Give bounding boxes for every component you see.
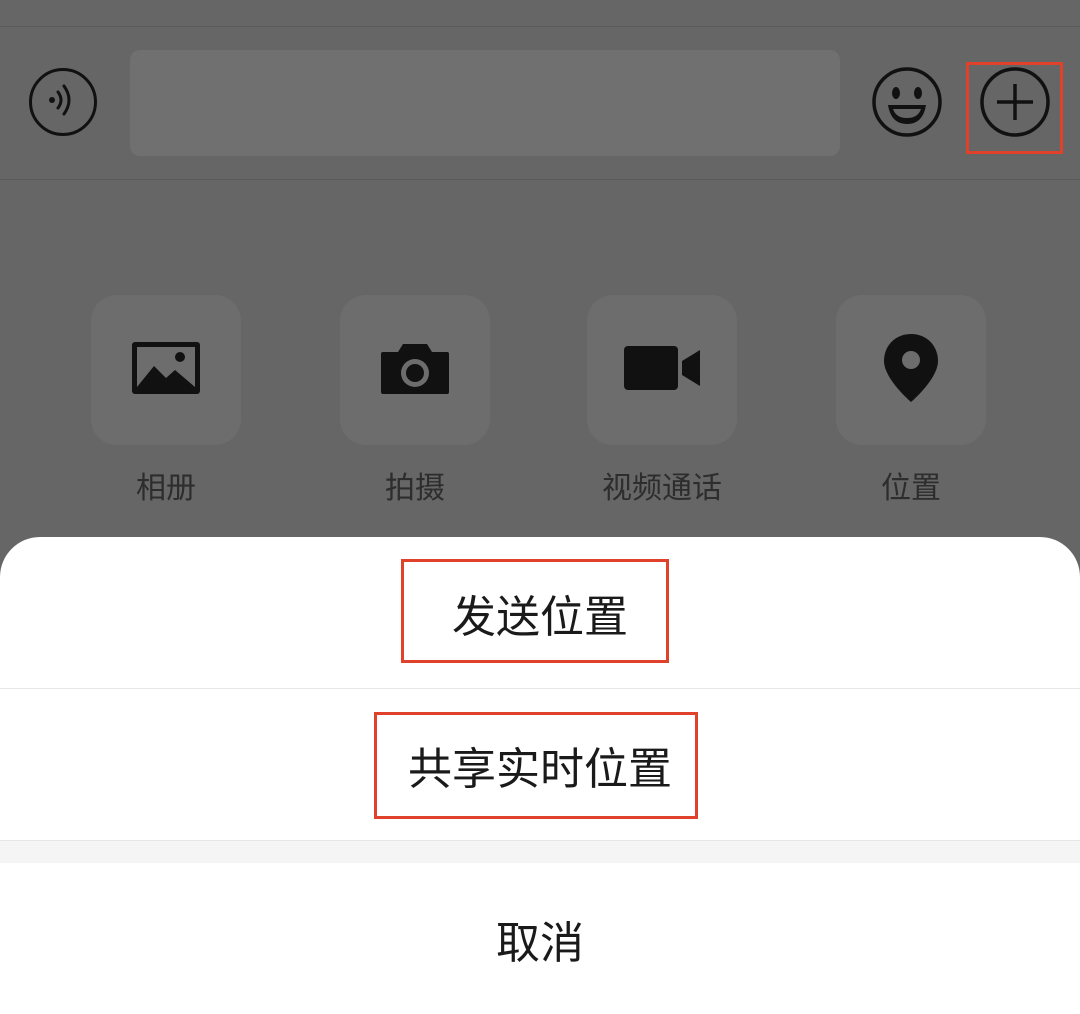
send-location-button[interactable]: 发送位置	[0, 537, 1080, 688]
voice-icon	[43, 80, 83, 124]
tool-tile	[91, 295, 241, 445]
more-button[interactable]	[979, 66, 1051, 142]
chat-screen: 相册 拍摄 视频通话 位置 发送位置 共享实时位置 取消	[0, 0, 1080, 1014]
send-location-label: 发送位置	[452, 591, 628, 643]
tool-tile	[836, 295, 986, 445]
emoji-icon	[871, 66, 943, 142]
tool-tile	[340, 295, 490, 445]
cancel-button[interactable]: 取消	[0, 863, 1080, 1014]
share-live-location-button[interactable]: 共享实时位置	[0, 689, 1080, 840]
tool-label: 拍摄	[385, 471, 445, 506]
tool-tile	[587, 295, 737, 445]
sheet-gap	[0, 841, 1080, 863]
tool-photo-album[interactable]: 相册	[91, 295, 241, 506]
input-bar-divider	[0, 179, 1080, 180]
photo-album-icon	[130, 340, 202, 400]
share-live-location-label: 共享实时位置	[408, 743, 672, 795]
plus-circle-icon	[979, 66, 1051, 142]
video-call-icon	[622, 344, 702, 396]
cancel-label: 取消	[496, 917, 584, 969]
tool-label: 视频通话	[602, 471, 722, 506]
chat-input-bar	[0, 27, 1080, 179]
tool-camera[interactable]: 拍摄	[340, 295, 490, 506]
location-pin-icon	[882, 332, 940, 408]
camera-icon	[379, 340, 451, 400]
tool-label: 位置	[881, 471, 941, 506]
voice-button[interactable]	[29, 68, 97, 136]
message-input[interactable]	[130, 50, 840, 156]
emoji-button[interactable]	[871, 66, 943, 142]
tool-location[interactable]: 位置	[836, 295, 986, 506]
location-action-sheet: 发送位置 共享实时位置 取消	[0, 537, 1080, 1014]
tool-video-call[interactable]: 视频通话	[587, 295, 737, 506]
tool-label: 相册	[136, 471, 196, 506]
